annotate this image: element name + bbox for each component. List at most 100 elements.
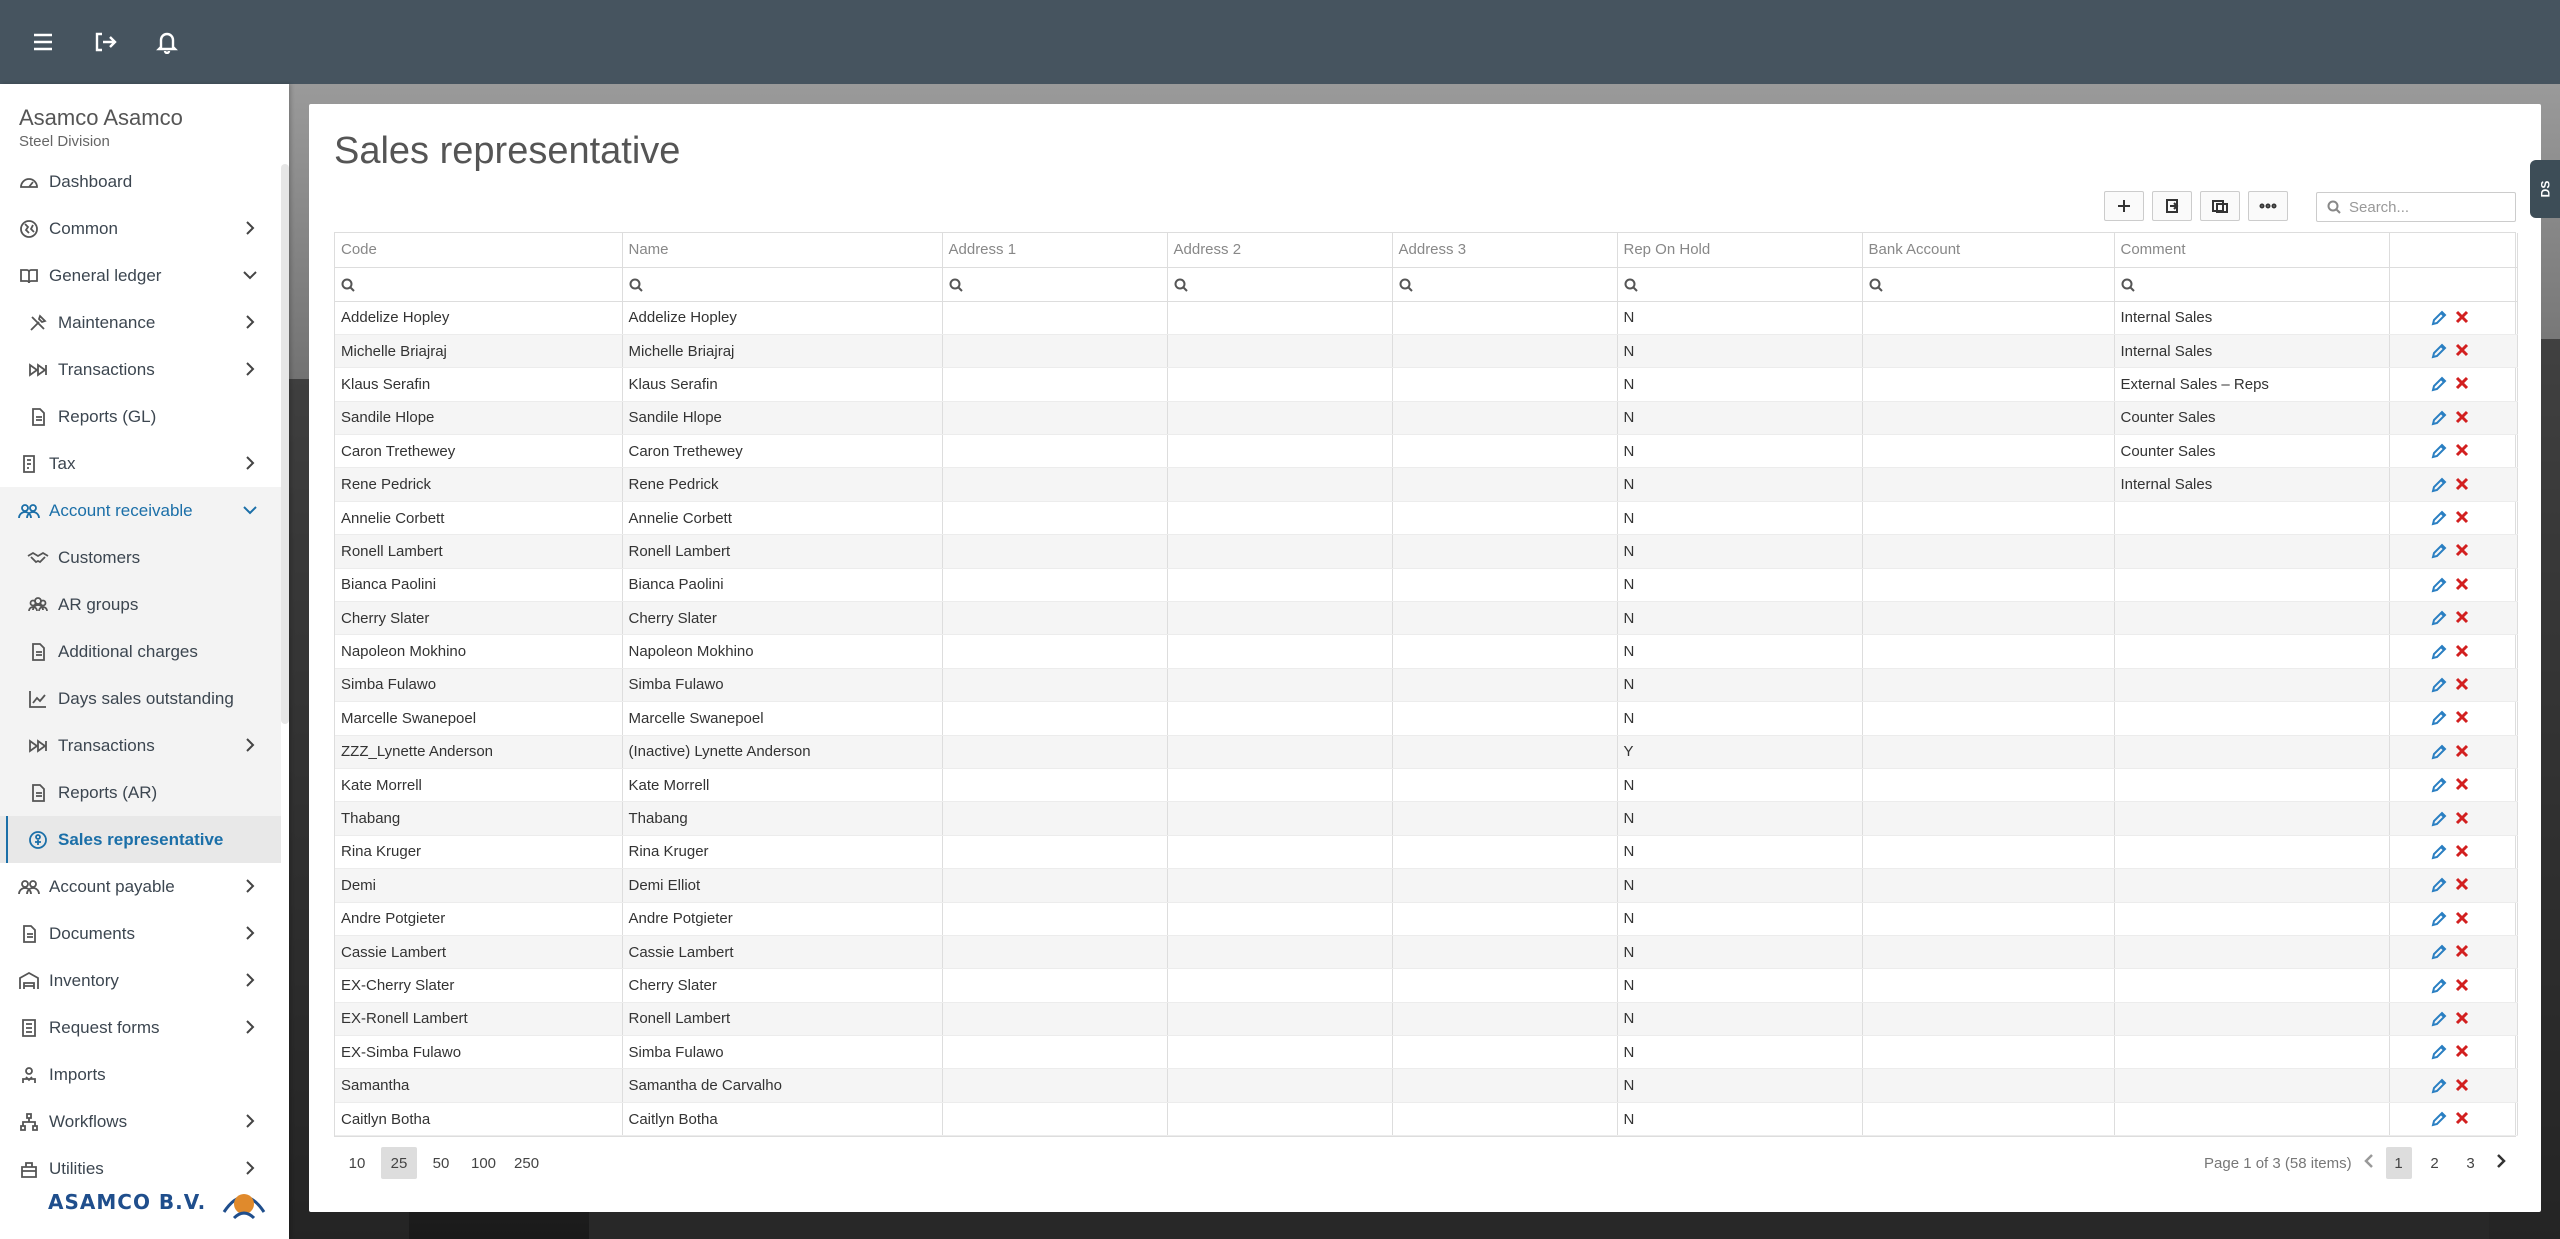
page-button-2[interactable]: 2 (2422, 1147, 2448, 1179)
edit-icon[interactable] (2430, 743, 2448, 761)
table-row[interactable]: Cassie Lambert Cassie Lambert N (335, 935, 2518, 970)
column-header-comment[interactable]: Comment (2114, 233, 2390, 268)
edit-icon[interactable] (2430, 309, 2448, 327)
delete-icon[interactable] (2454, 1010, 2472, 1028)
table-row[interactable]: Caitlyn Botha Caitlyn Botha N (335, 1102, 2518, 1137)
next-page-button[interactable] (2494, 1152, 2508, 1174)
sidebar-item-reports-ar[interactable]: Reports (AR) (0, 769, 281, 816)
delete-icon[interactable] (2454, 409, 2472, 427)
column-header-name[interactable]: Name (622, 233, 943, 268)
sidebar-item-account-receivable[interactable]: Account receivable (0, 487, 281, 534)
edit-icon[interactable] (2430, 776, 2448, 794)
search-input[interactable] (2349, 198, 2499, 216)
edit-icon[interactable] (2430, 409, 2448, 427)
column-header-address-2[interactable]: Address 2 (1167, 233, 1393, 268)
prev-page-button[interactable] (2362, 1152, 2376, 1174)
export-button[interactable] (2152, 191, 2192, 221)
filter-cell-comment[interactable] (2114, 267, 2390, 302)
edit-icon[interactable] (2430, 375, 2448, 393)
table-row[interactable]: Rene Pedrick Rene Pedrick N Internal Sales (335, 467, 2518, 502)
delete-icon[interactable] (2454, 776, 2472, 794)
column-header-address-3[interactable]: Address 3 (1392, 233, 1618, 268)
delete-icon[interactable] (2454, 542, 2472, 560)
column-header-address-1[interactable]: Address 1 (942, 233, 1168, 268)
table-row[interactable]: EX-Simba Fulawo Simba Fulawo N (335, 1035, 2518, 1070)
delete-icon[interactable] (2454, 342, 2472, 360)
more-options-button[interactable] (2248, 191, 2288, 221)
delete-icon[interactable] (2454, 1043, 2472, 1061)
delete-icon[interactable] (2454, 709, 2472, 727)
delete-icon[interactable] (2454, 810, 2472, 828)
delete-icon[interactable] (2454, 476, 2472, 494)
sidebar-item-general-ledger[interactable]: General ledger (0, 252, 281, 299)
page-size-25[interactable]: 25 (381, 1147, 417, 1179)
delete-icon[interactable] (2454, 876, 2472, 894)
page-size-100[interactable]: 100 (465, 1147, 502, 1179)
sidebar-item-ar-groups[interactable]: AR groups (0, 581, 281, 628)
table-row[interactable]: Cherry Slater Cherry Slater N (335, 601, 2518, 636)
logout-icon[interactable] (92, 29, 118, 55)
table-row[interactable]: Caron Trethewey Caron Trethewey N Counter S… (335, 434, 2518, 469)
edit-icon[interactable] (2430, 977, 2448, 995)
column-header-code[interactable]: Code (335, 233, 623, 268)
edit-icon[interactable] (2430, 609, 2448, 627)
table-row[interactable]: Marcelle Swanepoel Marcelle Swanepoel N (335, 701, 2518, 736)
table-row[interactable]: Ronell Lambert Ronell Lambert N (335, 534, 2518, 569)
filter-cell-address-2[interactable] (1167, 267, 1393, 302)
add-button[interactable] (2104, 191, 2144, 221)
column-chooser-button[interactable] (2200, 191, 2240, 221)
page-size-250[interactable]: 250 (508, 1147, 545, 1179)
edit-icon[interactable] (2430, 876, 2448, 894)
sidebar-item-days-sales-outstanding[interactable]: Days sales outstanding (0, 675, 281, 722)
table-row[interactable]: Demi Demi Elliot N (335, 868, 2518, 903)
delete-icon[interactable] (2454, 743, 2472, 761)
table-row[interactable]: Bianca Paolini Bianca Paolini N (335, 568, 2518, 603)
delete-icon[interactable] (2454, 977, 2472, 995)
edit-icon[interactable] (2430, 542, 2448, 560)
table-row[interactable]: Thabang Thabang N (335, 801, 2518, 836)
sidebar-item-tax[interactable]: Tax (0, 440, 281, 487)
sidebar-item-request-forms[interactable]: Request forms (0, 1004, 281, 1051)
table-row[interactable]: Rina Kruger Rina Kruger N (335, 835, 2518, 870)
sidebar-scrollbar[interactable] (281, 164, 289, 724)
delete-icon[interactable] (2454, 375, 2472, 393)
table-row[interactable]: Kate Morrell Kate Morrell N (335, 768, 2518, 803)
delete-icon[interactable] (2454, 1110, 2472, 1128)
filter-cell-address-3[interactable] (1392, 267, 1618, 302)
edit-icon[interactable] (2430, 910, 2448, 928)
delete-icon[interactable] (2454, 442, 2472, 460)
filter-cell-address-1[interactable] (942, 267, 1168, 302)
edit-icon[interactable] (2430, 442, 2448, 460)
sidebar-item-inventory[interactable]: Inventory (0, 957, 281, 1004)
edit-icon[interactable] (2430, 342, 2448, 360)
table-row[interactable]: Simba Fulawo Simba Fulawo N (335, 668, 2518, 703)
edit-icon[interactable] (2430, 1043, 2448, 1061)
sidebar-item-additional-charges[interactable]: Additional charges (0, 628, 281, 675)
sidebar-item-imports[interactable]: Imports (0, 1051, 281, 1098)
delete-icon[interactable] (2454, 309, 2472, 327)
table-row[interactable]: Michelle Briajraj Michelle Briajraj N Inter… (335, 334, 2518, 369)
grid-search[interactable] (2316, 192, 2516, 222)
sidebar-item-workflows[interactable]: Workflows (0, 1098, 281, 1145)
edit-icon[interactable] (2430, 476, 2448, 494)
bell-icon[interactable] (154, 29, 180, 55)
sidebar-item-reports-gl[interactable]: Reports (GL) (0, 393, 281, 440)
delete-icon[interactable] (2454, 643, 2472, 661)
delete-icon[interactable] (2454, 910, 2472, 928)
page-button-3[interactable]: 3 (2458, 1147, 2484, 1179)
edit-icon[interactable] (2430, 1077, 2448, 1095)
menu-icon[interactable] (30, 29, 56, 55)
delete-icon[interactable] (2454, 1077, 2472, 1095)
edit-icon[interactable] (2430, 810, 2448, 828)
delete-icon[interactable] (2454, 609, 2472, 627)
edit-icon[interactable] (2430, 943, 2448, 961)
edit-icon[interactable] (2430, 676, 2448, 694)
edit-icon[interactable] (2430, 843, 2448, 861)
table-row[interactable]: Sandile Hlope Sandile Hlope N Counter Sales (335, 401, 2518, 436)
delete-icon[interactable] (2454, 843, 2472, 861)
filter-cell-rep-on-hold[interactable] (1617, 267, 1863, 302)
ds-side-tab[interactable]: DS (2530, 160, 2560, 218)
sidebar-item-maintenance[interactable]: Maintenance (0, 299, 281, 346)
table-row[interactable]: ZZZ_Lynette Anderson (Inactive) Lynette A… (335, 735, 2518, 769)
table-row[interactable]: Annelie Corbett Annelie Corbett N (335, 501, 2518, 536)
